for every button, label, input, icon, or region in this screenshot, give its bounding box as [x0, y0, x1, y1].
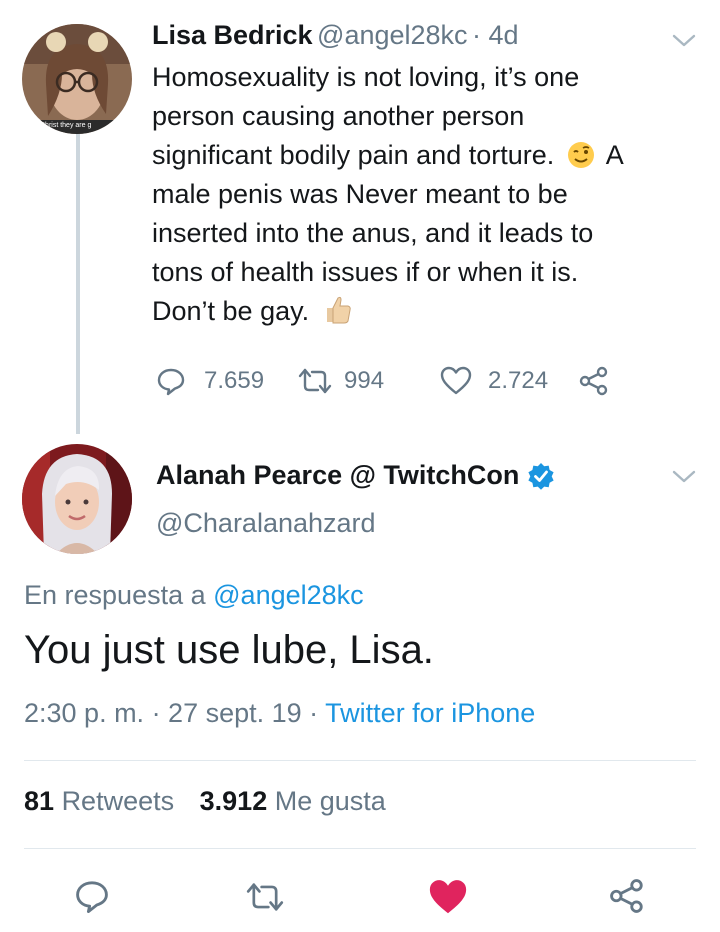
- tweet-line-suffix: A: [605, 140, 624, 170]
- parent-tweet-header: Lisa Bedrick @angel28kc · 4d: [152, 20, 519, 51]
- reply-prefix: En respuesta a: [24, 580, 206, 610]
- avatar-alanah[interactable]: [22, 444, 132, 554]
- tweet-line-with-emoji: significant bodily pain and torture. A: [152, 140, 624, 170]
- retweet-count: 994: [344, 367, 385, 394]
- tweet-line-with-emoji: Don’t be gay.: [152, 292, 692, 331]
- display-name[interactable]: Alanah Pearce @ TwitchCon: [156, 460, 519, 491]
- divider: [24, 848, 696, 849]
- handle[interactable]: @Charalanahzard: [156, 508, 376, 539]
- reply-icon: [157, 368, 185, 396]
- like-count: 2.724: [488, 367, 549, 394]
- tweet-timestamp: 2:30 p. m. · 27 sept. 19 ·: [24, 698, 319, 728]
- like-total: 3.912: [199, 786, 268, 816]
- chevron-down-icon[interactable]: [670, 466, 698, 486]
- likes-stat[interactable]: 3.912 Me gusta: [200, 786, 386, 816]
- parent-tweet-text: Homosexuality is not loving, it’s one pe…: [152, 58, 692, 331]
- parent-reply-action[interactable]: 7.659: [156, 366, 264, 396]
- retweet-label: Retweets: [61, 786, 175, 816]
- handle[interactable]: @angel28kc: [317, 20, 468, 50]
- main-display-name-row: Alanah Pearce @ TwitchCon: [156, 460, 555, 491]
- tweet-line: Homosexuality is not loving, it’s one: [152, 62, 580, 92]
- verified-badge-icon: [528, 462, 555, 490]
- winking-face-icon: [567, 142, 594, 168]
- retweet-icon: [298, 368, 332, 394]
- thread-line: [76, 134, 80, 434]
- tweet-line: male penis was Never meant to be: [152, 179, 568, 209]
- tweet-age: · 4d: [472, 20, 519, 50]
- heart-filled-icon[interactable]: [428, 878, 468, 916]
- avatar-caption: Christ they are g: [40, 122, 92, 129]
- share-icon[interactable]: [608, 878, 646, 914]
- reply-count: 7.659: [204, 367, 265, 394]
- reply-icon[interactable]: [74, 878, 110, 914]
- engagement-stats: 81 Retweets 3.912 Me gusta: [24, 786, 386, 817]
- reply-to-link[interactable]: @angel28kc: [213, 580, 364, 610]
- tweet-source-link[interactable]: Twitter for iPhone: [325, 698, 535, 728]
- tweet-line: person causing another person: [152, 101, 525, 131]
- retweet-total: 81: [24, 786, 55, 816]
- reply-context: En respuesta a @angel28kc: [24, 580, 364, 611]
- like-label: Me gusta: [274, 786, 386, 816]
- retweets-stat[interactable]: 81 Retweets: [24, 786, 182, 816]
- divider: [24, 760, 696, 761]
- parent-retweet-action[interactable]: 994: [298, 366, 384, 396]
- tweet-line: tons of health issues if or when it is.: [152, 257, 579, 287]
- chevron-down-icon[interactable]: [670, 30, 698, 50]
- display-name[interactable]: Lisa Bedrick: [152, 20, 313, 50]
- thumbs-up-icon: [326, 296, 351, 324]
- main-tweet-text: You just use lube, Lisa.: [24, 628, 434, 672]
- avatar-lisa[interactable]: Christ they are g: [22, 24, 132, 134]
- parent-like-action[interactable]: 2.724: [440, 366, 548, 396]
- retweet-icon[interactable]: [246, 880, 284, 914]
- share-icon[interactable]: [578, 366, 610, 396]
- heart-icon: [440, 366, 472, 395]
- tweet-timestamp-row: 2:30 p. m. · 27 sept. 19 · Twitter for i…: [24, 698, 535, 729]
- tweet-line: inserted into the anus, and it leads to: [152, 218, 594, 248]
